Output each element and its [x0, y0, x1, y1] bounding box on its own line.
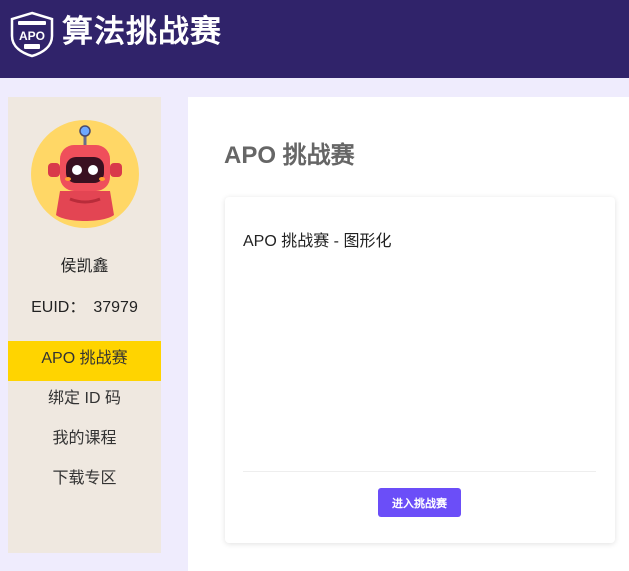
sidebar-item-bind-id[interactable]: 绑定 ID 码	[8, 381, 161, 421]
top-header: APO 算法挑战赛	[0, 0, 629, 78]
app-title: 算法挑战赛	[62, 14, 222, 49]
sidebar-item-apo-challenge[interactable]: APO 挑战赛	[8, 341, 161, 381]
euid-label: EUID：	[31, 299, 86, 316]
logo-text: APO	[19, 29, 45, 43]
challenge-card: APO 挑战赛 - 图形化 进入挑战赛	[225, 197, 615, 543]
page-title: APO 挑战赛	[224, 142, 355, 169]
euid-value: 37979	[93, 299, 138, 316]
robot-avatar-icon	[31, 120, 139, 228]
main-panel: APO 挑战赛 APO 挑战赛 - 图形化 进入挑战赛	[188, 97, 629, 571]
username: 侯凯鑫	[60, 258, 109, 275]
sidebar-item-downloads[interactable]: 下载专区	[8, 461, 161, 501]
enter-challenge-button[interactable]: 进入挑战赛	[378, 488, 461, 517]
card-title: APO 挑战赛 - 图形化	[243, 233, 392, 250]
apo-logo-icon: APO	[10, 11, 54, 58]
sidebar-nav: APO 挑战赛 绑定 ID 码 我的课程 下载专区	[8, 341, 161, 501]
sidebar-item-my-courses[interactable]: 我的课程	[8, 421, 161, 461]
euid: EUID： 37979	[8, 293, 161, 317]
sidebar: 侯凯鑫 EUID： 37979 APO 挑战赛 绑定 ID 码 我的课程 下载专区	[8, 97, 161, 553]
card-divider	[243, 471, 596, 472]
